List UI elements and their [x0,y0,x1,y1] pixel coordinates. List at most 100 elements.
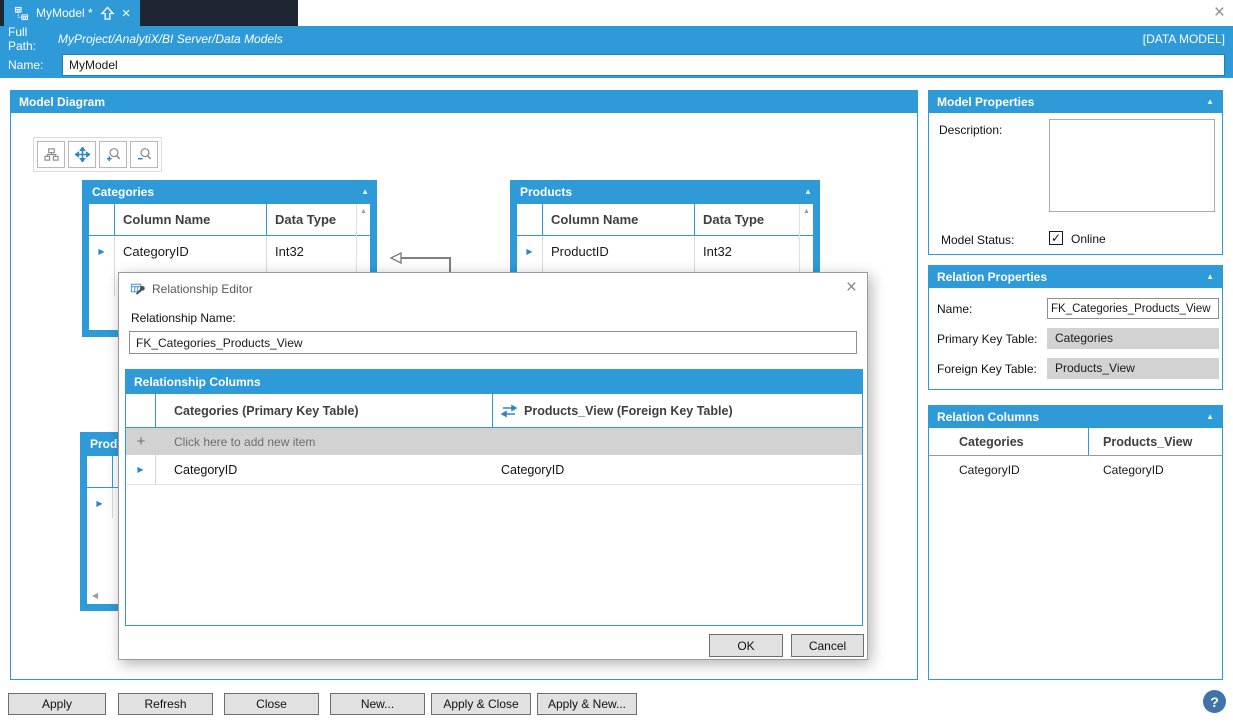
relationship-editor-dialog: Relationship Editor × Relationship Name:… [118,272,868,660]
full-path-bar: Full Path: MyProject/AnalytiX/BI Server/… [0,26,1233,52]
collapse-icon[interactable]: ▲ [1206,91,1214,113]
online-checkbox[interactable]: ✓ [1049,231,1063,245]
apply-and-close-button[interactable]: Apply & Close [431,693,531,715]
diagram-toolbar [33,137,162,172]
relationship-columns-grid-header: Categories (Primary Key Table) Products_… [126,394,862,428]
foreign-key-table-value: Products_View [1047,358,1219,379]
relation-properties-title: Relation Properties [937,270,1047,284]
scroll-up-icon[interactable]: ▲ [360,208,367,215]
relation-properties-header[interactable]: Relation Properties ▲ [929,266,1222,288]
pk-column-cell[interactable]: CategoryID [156,463,493,477]
cancel-button[interactable]: Cancel [791,634,864,657]
relation-columns-header[interactable]: Relation Columns ▲ [929,406,1222,428]
model-properties-title: Model Properties [937,95,1034,109]
navigate-up-icon[interactable] [100,6,115,21]
relationship-column-row[interactable]: ▶ CategoryID CategoryID [126,455,862,485]
online-checkbox-label: Online [1071,232,1106,246]
foreign-key-table-column-header[interactable]: Products_View (Foreign Key Table) [493,394,862,427]
apply-button[interactable]: Apply [8,693,106,715]
zoom-out-icon [137,147,152,162]
collapse-icon[interactable]: ▲ [1206,406,1214,428]
table-row[interactable]: ▶ ProductID Int32 [517,236,813,266]
primary-key-table-column-header[interactable]: Categories (Primary Key Table) [156,394,493,427]
table-row[interactable]: ▶ CategoryID Int32 [89,236,370,266]
org-chart-icon [44,147,59,162]
zoom-in-button[interactable] [99,141,127,168]
relationship-name-label: Relationship Name: [131,311,236,325]
name-bar: Name: [0,52,1233,78]
description-label: Description: [939,123,1002,137]
name-label: Name: [0,58,58,72]
full-path-value: MyProject/AnalytiX/BI Server/Data Models [58,32,283,46]
scroll-up-icon[interactable]: ▲ [803,208,810,215]
products-table-title: Products [520,185,572,199]
fk-column-cell: CategoryID [1089,463,1222,477]
relationship-name-input[interactable] [129,331,857,354]
foreign-key-table-label: Foreign Key Table: [937,362,1037,376]
relation-columns-title: Relation Columns [937,410,1039,424]
categories-table-header[interactable]: Categories ▲ [82,180,377,204]
relation-columns-panel: Relation Columns ▲ Categories Products_V… [928,405,1223,680]
row-marker-icon: ▶ [98,247,104,256]
refresh-button[interactable]: Refresh [118,693,213,715]
relation-columns-grid-header: Categories Products_View [929,428,1222,456]
model-name-input[interactable] [62,54,1225,76]
close-button[interactable]: Close [224,693,319,715]
window-close-icon[interactable]: × [1214,2,1225,24]
add-new-item-row[interactable]: + Click here to add new item [126,428,862,455]
new-button[interactable]: New... [330,693,425,715]
collapse-icon[interactable]: ▲ [1206,266,1214,288]
help-icon: ? [1210,694,1219,710]
relation-properties-panel: Relation Properties ▲ Name: Primary Key … [928,265,1223,390]
add-new-item-label: Click here to add new item [156,435,315,449]
pk-column-cell: CategoryID [929,456,1089,483]
relationship-columns-header: Relationship Columns [126,370,862,394]
collapse-icon[interactable]: ▲ [361,180,369,204]
swap-arrows-icon [501,404,517,418]
relationship-editor-icon [130,281,145,296]
primary-key-table-label: Primary Key Table: [937,332,1037,346]
model-status-label: Model Status: [941,233,1014,247]
products-view-column-header[interactable]: Products_View [1089,435,1222,449]
model-diagram-header: Model Diagram [11,91,917,113]
data-type-header: Data Type [267,204,370,235]
dialog-title: Relationship Editor [152,282,253,296]
relation-name-label: Name: [937,302,972,316]
move-icon [75,147,90,162]
pan-button[interactable] [68,141,96,168]
dialog-close-icon[interactable]: × [846,275,857,301]
row-marker-icon: ▶ [137,465,143,474]
collapse-icon[interactable]: ▲ [804,180,812,204]
scroll-left-icon[interactable]: ◀ [92,591,98,600]
row-marker-icon: ▶ [96,499,102,508]
primary-key-table-value: Categories [1047,328,1219,349]
relation-column-row[interactable]: CategoryID CategoryID [929,456,1222,483]
zoom-out-button[interactable] [130,141,158,168]
categories-column-header[interactable]: Categories [929,428,1089,455]
tab-title: MyModel * [36,6,93,20]
tab-close-icon[interactable]: × [122,6,131,21]
auto-layout-button[interactable] [37,141,65,168]
full-path-label: Full Path: [0,25,58,53]
checkmark-icon: ✓ [1051,232,1061,244]
products-grid-header: Column Name Data Type [517,204,813,236]
help-button[interactable]: ? [1203,690,1226,713]
column-name-header: Column Name [543,204,695,235]
tab-mymodel[interactable]: MyModel * × [4,0,140,26]
column-name-header: Column Name [115,204,267,235]
relationship-columns-section: Relationship Columns Categories (Primary… [125,369,863,626]
ok-button[interactable]: OK [709,634,783,657]
description-textarea[interactable] [1049,119,1215,212]
fk-column-cell[interactable]: CategoryID [493,463,862,477]
add-icon: + [126,433,156,450]
model-properties-header[interactable]: Model Properties ▲ [929,91,1222,113]
zoom-in-icon [106,147,121,162]
tab-strip: MyModel * × × [0,0,1233,26]
categories-grid-header: Column Name Data Type [89,204,370,236]
relation-name-input[interactable] [1047,298,1219,319]
footer-bar: Apply Refresh Close New... Apply & Close… [0,688,1233,722]
apply-and-new-button[interactable]: Apply & New... [537,693,637,715]
data-type-header: Data Type [695,204,813,235]
model-properties-panel: Model Properties ▲ Description: Model St… [928,90,1223,255]
products-table-header[interactable]: Products ▲ [510,180,820,204]
